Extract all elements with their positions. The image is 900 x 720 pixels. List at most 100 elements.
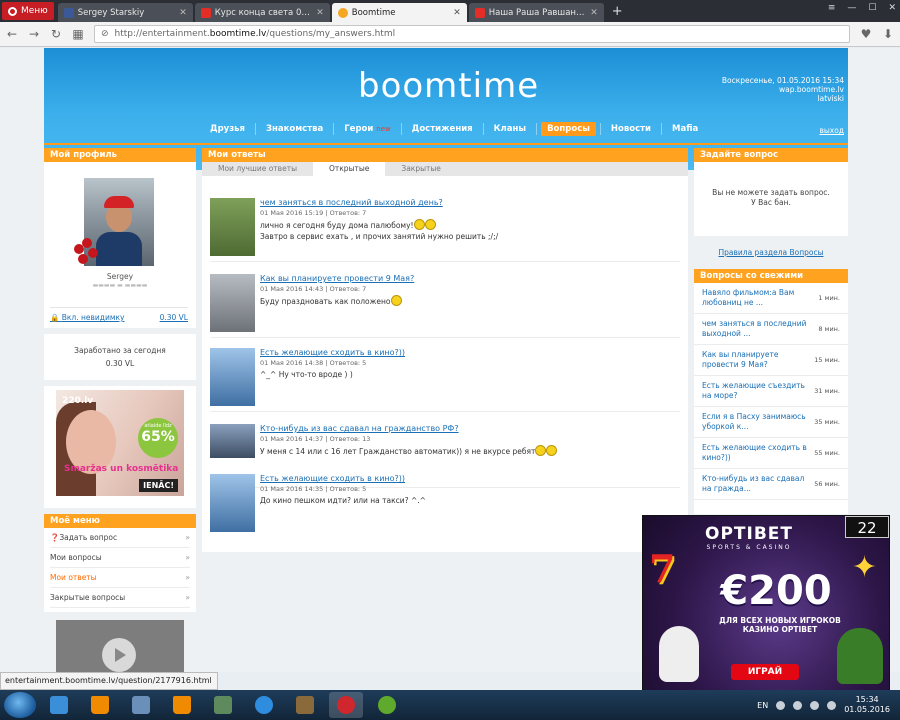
download-icon[interactable]: ⬇	[882, 27, 894, 41]
tabs-menu-icon[interactable]: ≡	[828, 3, 836, 13]
earned-value: 0.30 VL	[105, 359, 135, 368]
tray-icon[interactable]	[776, 700, 786, 710]
list-item[interactable]: Кто-нибудь из вас сдавал на гражда... 56 …	[694, 469, 848, 500]
question-link[interactable]: чем заняться в последний выходной день?	[260, 198, 443, 207]
menu-closed-questions[interactable]: Закрытые вопросы»	[50, 588, 190, 608]
list-item[interactable]: Навяло фильмом:а Вам любовниц не ... 1 ми…	[694, 283, 848, 314]
start-button[interactable]	[4, 692, 36, 718]
maximize-icon[interactable]: ☐	[868, 3, 876, 13]
smiley-icon	[546, 445, 558, 456]
game-icon[interactable]	[288, 692, 322, 718]
question-thumbnail[interactable]	[210, 274, 255, 332]
question-thumbnail[interactable]	[210, 424, 255, 458]
nav-questions[interactable]: Вопросы	[541, 122, 596, 136]
list-item[interactable]: Есть желающие сходить в кино?)) 55 мин.	[694, 438, 848, 469]
menu-my-questions[interactable]: Мои вопросы»	[50, 548, 190, 568]
ad-220lv-banner[interactable]: 220.lv atlaide līdz 65% Smaržas un kosmēt…	[56, 390, 184, 496]
language-link[interactable]: latviski	[818, 94, 844, 103]
optibet-ad[interactable]: 7 OPTIBET SPORTS & CASINO 22 ✦ €200 ДЛЯ В…	[642, 515, 890, 691]
profile-title: Мой профиль	[44, 148, 196, 162]
speed-dial-icon[interactable]: ▦	[72, 27, 84, 41]
wap-link[interactable]: wap.boomtime.lv	[722, 85, 844, 94]
question-thumbnail[interactable]	[210, 474, 255, 532]
media-player-icon[interactable]	[42, 692, 76, 718]
tab-closed[interactable]: Закрытые	[385, 162, 457, 176]
tab-open[interactable]: Открытые	[313, 162, 386, 176]
question-link[interactable]: Есть желающие сходить в кино?))	[260, 348, 405, 357]
tab-facebook[interactable]: Sergey Starskiy ✕	[57, 3, 193, 22]
menu-ask-question[interactable]: ❓Задать вопрос»	[50, 528, 190, 548]
question-thumbnail[interactable]	[210, 348, 255, 406]
list-item[interactable]: Как вы планируете провести 9 Мая? 15 мин.	[694, 345, 848, 376]
url-field[interactable]: ⊘ http://entertainment.boomtime.lv/quest…	[94, 25, 850, 43]
profile-stats: ▬▬▬▬ ▬ ▬▬▬▬	[92, 282, 148, 289]
nav-heroes[interactable]: Герои new	[338, 122, 397, 136]
reload-icon[interactable]: ↻	[50, 27, 62, 41]
list-item: чем заняться в последний выходной день? …	[210, 198, 680, 262]
ad-counter-badge[interactable]: 22	[845, 516, 889, 538]
nav-achievements[interactable]: Достижения	[406, 122, 479, 136]
main-nav: Друзья Знакомства Герои new Достижения К…	[204, 122, 704, 136]
video-ad[interactable]	[56, 620, 184, 672]
tab-title: Наша Раша Равшан и Джамшут	[488, 7, 586, 18]
ie-icon[interactable]	[247, 692, 281, 718]
ad-cta[interactable]: IENĀC!	[139, 479, 178, 492]
utorrent-icon[interactable]	[370, 692, 404, 718]
tab-boomtime[interactable]: Boomtime ✕	[331, 3, 467, 22]
nav-friends[interactable]: Друзья	[204, 122, 251, 136]
forward-icon[interactable]: →	[28, 27, 40, 41]
close-icon[interactable]: ✕	[453, 8, 461, 18]
question-link[interactable]: Кто-нибудь из вас сдавал на гражданство …	[260, 424, 459, 433]
list-item[interactable]: чем заняться в последний выходной ... 8 м…	[694, 314, 848, 345]
list-item[interactable]: Есть желающие съездить на море? 31 мин.	[694, 376, 848, 407]
question-thumbnail[interactable]	[210, 198, 255, 256]
language-indicator[interactable]: EN	[757, 701, 768, 710]
play-button[interactable]: ИГРАЙ	[731, 664, 799, 680]
volume-icon[interactable]	[827, 700, 837, 710]
close-window-icon[interactable]: ✕	[888, 3, 896, 13]
invisible-mode-link[interactable]: 🔒 Вкл. невидимку	[50, 313, 124, 322]
nav-dating[interactable]: Знакомства	[260, 122, 329, 136]
profile-name[interactable]: Sergey	[44, 272, 196, 281]
list-item[interactable]: Если я в Пасху занимаюсь уборкой к... 35 …	[694, 407, 848, 438]
rules-link[interactable]: Правила раздела Вопросы	[718, 248, 823, 257]
tab-youtube-rasha[interactable]: Наша Раша Равшан и Джамшут ✕	[468, 3, 604, 22]
play-icon[interactable]	[102, 638, 136, 672]
opera-icon[interactable]	[329, 692, 363, 718]
bunny-character	[659, 626, 699, 682]
nav-news[interactable]: Новости	[605, 122, 657, 136]
status-bar: entertainment.boomtime.lv/question/21779…	[0, 672, 218, 690]
notepad-icon[interactable]	[124, 692, 158, 718]
heart-icon[interactable]: ♥	[860, 27, 872, 41]
menu-my-answers[interactable]: Мои ответы»	[50, 568, 190, 588]
logout-link[interactable]: выход	[819, 126, 844, 135]
vlc-icon-2[interactable]	[165, 692, 199, 718]
site-logo[interactable]: boomtime	[358, 66, 538, 106]
answer-text: До кино пешком идти? или на такси? ^.^	[260, 496, 426, 505]
vlc-icon[interactable]	[83, 692, 117, 718]
balance-link[interactable]: 0.30 VL	[160, 313, 188, 322]
earned-label: Заработано за сегодня	[74, 346, 166, 355]
page-info-icon[interactable]: ⊘	[101, 29, 109, 39]
clock[interactable]: 15:34 01.05.2016	[844, 695, 890, 715]
back-icon[interactable]: ←	[6, 27, 18, 41]
question-link[interactable]: Есть желающие сходить в кино?))	[260, 474, 405, 483]
close-icon[interactable]: ✕	[590, 8, 598, 18]
nav-mafia[interactable]: Mafia	[666, 122, 704, 136]
minimize-icon[interactable]: —	[847, 3, 856, 13]
close-icon[interactable]: ✕	[316, 8, 324, 18]
question-link[interactable]: Как вы планируете провести 9 Мая?	[260, 274, 414, 283]
opera-menu-button[interactable]: Меню	[2, 2, 54, 20]
smiley-icon	[424, 219, 436, 230]
new-tab-button[interactable]: +	[606, 4, 629, 22]
tray-icon[interactable]	[793, 700, 803, 710]
close-icon[interactable]: ✕	[179, 8, 187, 18]
network-icon[interactable]	[206, 692, 240, 718]
question-meta: 01 Мая 2016 15:19 | Ответов: 7	[260, 209, 367, 217]
ad-220lv[interactable]: 220.lv atlaide līdz 65% Smaržas un kosmēt…	[44, 386, 196, 508]
tray-icon[interactable]	[810, 700, 820, 710]
tab-youtube-course[interactable]: Курс конца света 01.05.2016 ✕	[194, 3, 330, 22]
nav-clans[interactable]: Кланы	[488, 122, 532, 136]
tab-best-answers[interactable]: Мои лучшие ответы	[202, 162, 313, 176]
list-item: Есть желающие сходить в кино?)) 01 Мая 2…	[210, 474, 680, 538]
